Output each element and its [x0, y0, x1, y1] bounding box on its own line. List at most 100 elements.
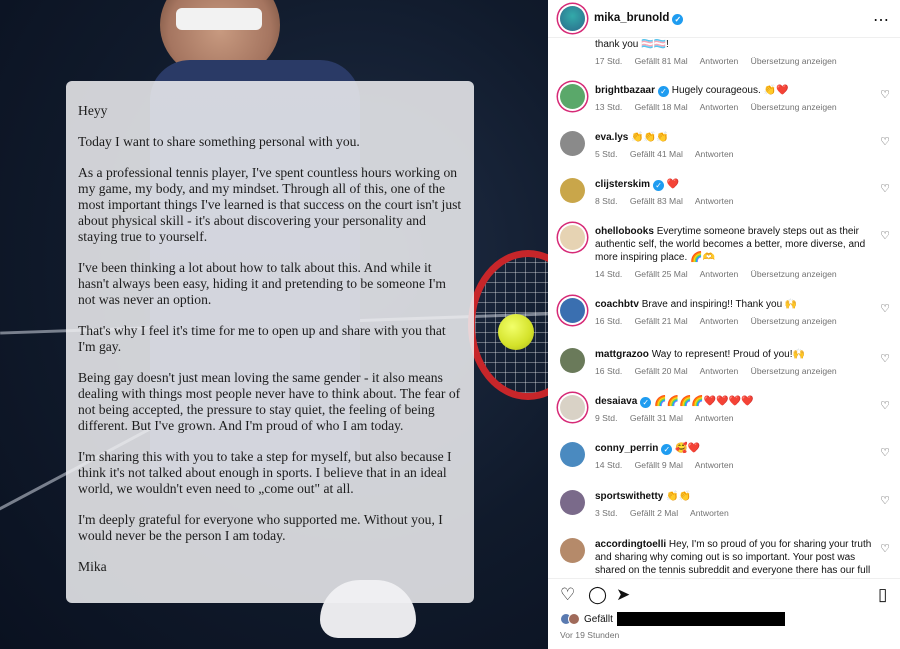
- action-bar: ♡ ◯ ➤ ▯: [548, 578, 900, 608]
- commenter-username[interactable]: conny_perrin: [595, 443, 658, 454]
- reply-button[interactable]: Antworten: [695, 149, 734, 159]
- commenter-avatar[interactable]: [560, 225, 585, 250]
- comment-likes[interactable]: Gefällt 9 Mal: [635, 460, 683, 470]
- comment-list[interactable]: thank you 🏳️‍⚧️🏳️‍⚧️! 17 Std. Gefällt 81…: [548, 38, 900, 578]
- commenter-username[interactable]: mattgrazoo: [595, 349, 649, 360]
- commenter-avatar[interactable]: [560, 538, 585, 563]
- reply-button[interactable]: Antworten: [700, 269, 739, 279]
- translate-button[interactable]: Übersetzung anzeigen: [751, 102, 837, 112]
- letter-paragraph: Heyy: [78, 103, 108, 118]
- comment-time: 13 Std.: [595, 102, 623, 112]
- comment-text: brightbazaar ✓ Hugely courageous. 👏❤️: [595, 85, 789, 97]
- commenter-username[interactable]: eva.lys: [595, 132, 628, 143]
- comment-likes[interactable]: Gefällt 31 Mal: [630, 413, 683, 423]
- comment-likes[interactable]: Gefällt 25 Mal: [635, 269, 688, 279]
- bookmark-icon[interactable]: ▯: [878, 585, 887, 605]
- comment-text: eva.lys 👏👏👏: [595, 132, 669, 143]
- reply-button[interactable]: Antworten: [700, 366, 739, 376]
- comment-meta: 5 Std. Gefällt 41 Mal Antworten: [595, 149, 873, 159]
- like-heart-icon[interactable]: ♡: [880, 182, 890, 195]
- comment-likes[interactable]: Gefällt 81 Mal: [635, 56, 688, 66]
- reply-button[interactable]: Antworten: [690, 508, 729, 518]
- commenter-avatar[interactable]: [560, 131, 585, 156]
- comment: conny_perrin ✓ 🥰❤️ 14 Std. Gefällt 9 Mal …: [560, 442, 890, 470]
- comment-text: sportswithetty 👏👏: [595, 491, 692, 502]
- share-icon[interactable]: ➤: [616, 585, 630, 605]
- author-avatar[interactable]: [560, 6, 585, 31]
- letter-paragraph: I'm deeply grateful for everyone who sup…: [78, 512, 443, 543]
- commenter-avatar[interactable]: [560, 348, 585, 373]
- comment-likes[interactable]: Gefällt 2 Mal: [630, 508, 678, 518]
- author-username[interactable]: mika_brunold ✓: [594, 12, 684, 25]
- more-options-icon[interactable]: ⋯: [873, 10, 890, 30]
- commenter-avatar[interactable]: [560, 178, 585, 203]
- comment-text: desaiava ✓ 🌈🌈🌈🌈❤️❤️❤️❤️: [595, 396, 754, 408]
- like-heart-icon[interactable]: ♡: [880, 494, 890, 507]
- comment-likes[interactable]: Gefällt 83 Mal: [630, 196, 683, 206]
- like-heart-icon[interactable]: ♡: [880, 135, 890, 148]
- letter-paragraph: I'm sharing this with you to take a step…: [78, 449, 452, 496]
- commenter-username[interactable]: brightbazaar: [595, 85, 655, 96]
- comment-likes[interactable]: Gefällt 18 Mal: [635, 102, 688, 112]
- commenter-avatar[interactable]: [560, 442, 585, 467]
- like-heart-icon[interactable]: ♡: [880, 88, 890, 101]
- translate-button[interactable]: Übersetzung anzeigen: [751, 269, 837, 279]
- likes-text: Gefällt: [584, 613, 613, 625]
- translate-button[interactable]: Übersetzung anzeigen: [751, 56, 837, 66]
- commenter-username[interactable]: sportswithetty: [595, 491, 663, 502]
- letter-paragraph: I've been thinking a lot about how to ta…: [78, 260, 446, 307]
- like-heart-icon[interactable]: ♡: [880, 352, 890, 365]
- comment-likes[interactable]: Gefällt 21 Mal: [635, 316, 688, 326]
- reply-button[interactable]: Antworten: [700, 102, 739, 112]
- comment-time: 16 Std.: [595, 366, 623, 376]
- reply-button[interactable]: Antworten: [695, 413, 734, 423]
- comment: sportswithetty 👏👏 3 Std. Gefällt 2 Mal A…: [560, 490, 890, 518]
- comment-time: 16 Std.: [595, 316, 623, 326]
- liker-avatar: [568, 613, 580, 625]
- comment: thank you 🏳️‍⚧️🏳️‍⚧️! 17 Std. Gefällt 81…: [560, 38, 890, 66]
- like-icon[interactable]: ♡: [560, 585, 575, 605]
- comment-time: 17 Std.: [595, 56, 623, 66]
- verified-icon: ✓: [661, 444, 673, 455]
- comment-meta: 17 Std. Gefällt 81 Mal Antworten Überset…: [595, 56, 873, 66]
- like-heart-icon[interactable]: ♡: [880, 229, 890, 242]
- like-heart-icon[interactable]: ♡: [880, 542, 890, 555]
- like-heart-icon[interactable]: ♡: [880, 399, 890, 412]
- comment-time: 8 Std.: [595, 196, 618, 206]
- like-heart-icon[interactable]: ♡: [880, 302, 890, 315]
- post-image[interactable]: Heyy Today I want to share something per…: [0, 0, 548, 649]
- commenter-username[interactable]: ohellobooks: [595, 226, 654, 237]
- translate-button[interactable]: Übersetzung anzeigen: [751, 366, 837, 376]
- commenter-username[interactable]: coachbtv: [595, 299, 639, 310]
- comment-meta: 14 Std. Gefällt 9 Mal Antworten: [595, 460, 873, 470]
- letter-paragraph: Today I want to share something personal…: [78, 134, 360, 149]
- verified-icon: ✓: [640, 397, 652, 408]
- commenter-avatar[interactable]: [560, 490, 585, 515]
- reply-button[interactable]: Antworten: [700, 56, 739, 66]
- commenter-username[interactable]: accordingtoelli: [595, 539, 666, 550]
- comment-text: coachbtv Brave and inspiring!! Thank you…: [595, 299, 798, 310]
- comment: ohellobooks Everytime someone bravely st…: [560, 225, 890, 279]
- comment: brightbazaar ✓ Hugely courageous. 👏❤️ 13 …: [560, 84, 890, 112]
- letter-paragraph: As a professional tennis player, I've sp…: [78, 165, 462, 244]
- like-heart-icon[interactable]: ♡: [880, 446, 890, 459]
- commenter-avatar[interactable]: [560, 395, 585, 420]
- comment-text: conny_perrin ✓ 🥰❤️: [595, 443, 701, 455]
- comment-likes[interactable]: Gefällt 20 Mal: [635, 366, 688, 376]
- reply-button[interactable]: Antworten: [695, 460, 734, 470]
- commenter-username[interactable]: desaiava: [595, 396, 637, 407]
- commenter-avatar[interactable]: [560, 298, 585, 323]
- letter-overlay: Heyy Today I want to share something per…: [66, 81, 474, 603]
- comment-icon[interactable]: ◯: [588, 585, 607, 605]
- likes-summary[interactable]: Gefällt: [560, 612, 785, 626]
- comment-meta: 13 Std. Gefällt 18 Mal Antworten Überset…: [595, 102, 873, 112]
- reply-button[interactable]: Antworten: [695, 196, 734, 206]
- headband: [176, 8, 262, 30]
- translate-button[interactable]: Übersetzung anzeigen: [751, 316, 837, 326]
- verified-icon: ✓: [672, 14, 684, 25]
- comment-likes[interactable]: Gefällt 41 Mal: [630, 149, 683, 159]
- commenter-avatar[interactable]: [560, 84, 585, 109]
- post-time: Vor 19 Stunden: [560, 630, 620, 640]
- commenter-username[interactable]: clijsterskim: [595, 179, 650, 190]
- reply-button[interactable]: Antworten: [700, 316, 739, 326]
